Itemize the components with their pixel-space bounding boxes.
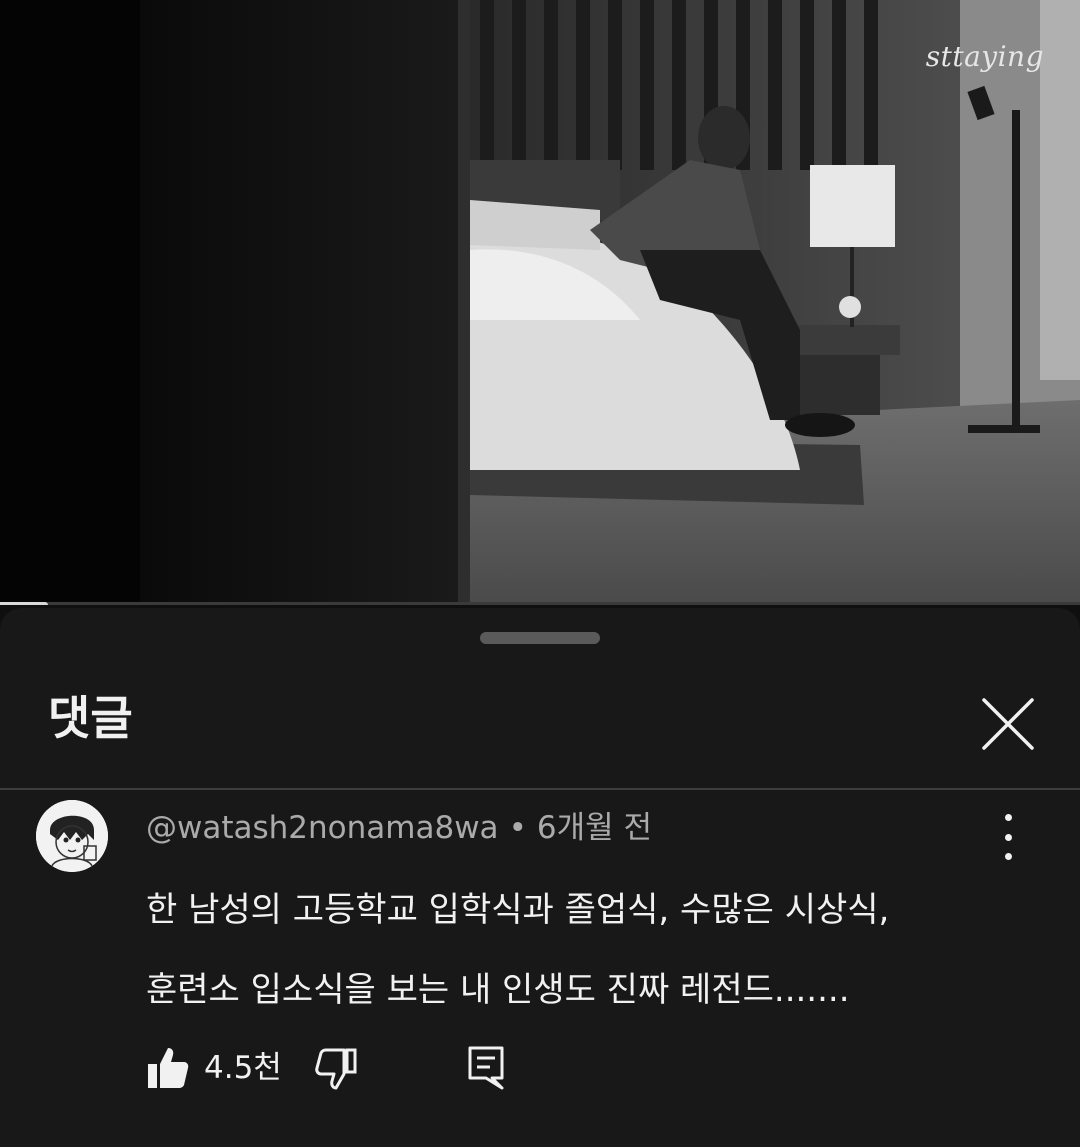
comment-line: 한 남성의 고등학교 입학식과 졸업식, 수많은 시상식,: [146, 890, 890, 930]
thumbs-up-icon: [148, 1048, 189, 1088]
reply-icon: [468, 1046, 504, 1090]
comments-title: 댓글: [48, 691, 133, 745]
more-options-button[interactable]: [988, 814, 1028, 860]
more-vertical-icon: [1004, 814, 1012, 821]
comment-time: 6개월 전: [536, 810, 652, 846]
header-divider: [0, 788, 1080, 790]
progress-bar-fill: [0, 602, 48, 605]
comment-line: 훈련소 입소식을 보는 내 인생도 진짜 레전드.......: [146, 970, 850, 1010]
close-icon: [982, 698, 1034, 750]
avatar[interactable]: [36, 800, 108, 872]
app-frame: sttaying 댓글 @watash2nonama8wa • 6개월 전 한 …: [0, 0, 1080, 1147]
meta-separator: •: [508, 810, 527, 846]
video-player[interactable]: sttaying: [0, 0, 1080, 605]
watermark: sttaying: [925, 40, 1044, 73]
reply-button[interactable]: [464, 1044, 508, 1092]
thumbs-down-icon: [315, 1048, 357, 1090]
progress-bar[interactable]: [0, 602, 1080, 605]
close-button[interactable]: [968, 684, 1048, 764]
more-vertical-icon: [1004, 853, 1012, 860]
comment-meta: @watash2nonama8wa • 6개월 전: [146, 808, 652, 848]
video-frame-image: [0, 0, 1080, 605]
dislike-button[interactable]: [314, 1044, 358, 1092]
like-button[interactable]: [146, 1044, 190, 1092]
drag-handle[interactable]: [480, 632, 600, 644]
like-count: 4.5천: [204, 1050, 282, 1086]
comment-author[interactable]: @watash2nonama8wa: [146, 810, 499, 846]
comment-actions: 4.5천: [146, 1044, 566, 1092]
avatar-image: [36, 800, 108, 872]
more-vertical-icon: [1004, 833, 1012, 841]
comment-text: 한 남성의 고등학교 입학식과 졸업식, 수많은 시상식, 훈련소 입소식을 보…: [146, 870, 1026, 1030]
comments-sheet: 댓글 @watash2nonama8wa • 6개월 전 한 남성의 고등학교 …: [0, 608, 1080, 1147]
